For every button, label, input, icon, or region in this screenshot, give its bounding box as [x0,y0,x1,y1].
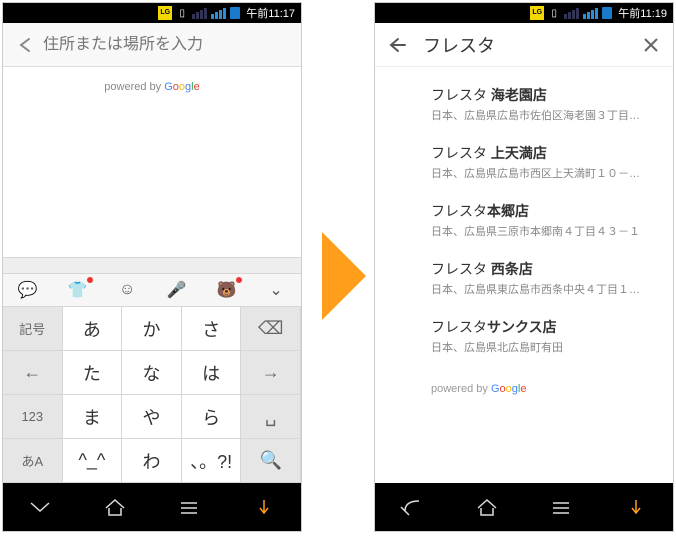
suggestion-title: フレスタ本郷店 [431,201,657,221]
clear-button[interactable] [633,27,669,63]
phone-left: LG ▯ 午前11:17 powered by Google 💬 👕 ☺ 🎤 🐻… [2,2,302,532]
nav-down-button[interactable] [18,490,62,524]
key-⌫[interactable]: ⌫ [240,306,301,351]
google-logo: Google [491,383,527,395]
status-time: 午前11:19 [618,5,667,21]
signal-icon [192,8,207,19]
key-な[interactable]: な [121,350,182,395]
nav-recent-button[interactable] [167,490,211,524]
google-logo: Google [164,81,200,93]
signal-icon [564,8,579,19]
suggestion-item[interactable]: フレスタ 上天満店日本、広島県広島市西区上天満町１０－… [375,133,673,191]
keyboard-suggestion-bar[interactable] [3,257,301,273]
suggestion-address: 日本、広島県広島市西区上天満町１０－… [431,165,657,181]
phone-right: LG ▯ 午前11:19 フレスタ フレスタ 海老園店日本、広島県広島市佐伯区海… [374,2,674,532]
search-query[interactable]: フレスタ [415,32,633,58]
signal-icon [583,8,598,19]
suggestion-item[interactable]: フレスタサンクス店日本、広島県北広島町有田 [375,307,673,365]
suggestion-address: 日本、広島県広島市佐伯区海老園３丁目… [431,107,657,123]
suggestion-item[interactable]: フレスタ 西条店日本、広島県東広島市西条中央４丁目１… [375,249,673,307]
key-や[interactable]: や [121,394,182,439]
key-さ[interactable]: さ [181,306,242,351]
search-row: フレスタ [375,23,673,67]
bear-icon[interactable]: 🐻 [210,279,242,301]
key-^_^[interactable]: ^_^ [62,438,123,483]
key-あ[interactable]: あ [62,306,123,351]
powered-by-label: powered by Google [3,67,301,107]
transition-arrow-icon [322,232,366,320]
powered-by-label: powered by Google [375,373,673,395]
keyboard-grid: 記号あかさ⌫ ←たなは→ 123まやら␣ あA^_^わ、。?!🔍 [3,307,301,483]
speech-bubble-icon[interactable]: 💬 [12,279,44,301]
key-た[interactable]: た [62,350,123,395]
status-bar: LG ▯ 午前11:19 [375,3,673,23]
nav-recent-button[interactable] [539,490,583,524]
key-←[interactable]: ← [2,350,63,395]
suggestion-address: 日本、広島県北広島町有田 [431,339,657,355]
back-button[interactable] [7,27,43,63]
battery-icon [602,7,612,19]
nav-back-button[interactable] [390,490,434,524]
key-ま[interactable]: ま [62,394,123,439]
content-area: powered by Google 💬 👕 ☺ 🎤 🐻 ⌄ 記号あかさ⌫ ←たなは… [3,67,301,483]
suggestion-title: フレスタサンクス店 [431,317,657,337]
mic-icon[interactable]: 🎤 [161,279,193,301]
search-row [3,23,301,67]
suggestion-item[interactable]: フレスタ本郷店日本、広島県三原市本郷南４丁目４３－１ [375,191,673,249]
lg-icon: LG [158,6,172,20]
suggestion-list: フレスタ 海老園店日本、広島県広島市佐伯区海老園３丁目…フレスタ 上天満店日本、… [375,67,673,373]
status-time: 午前11:17 [246,5,295,21]
key-→[interactable]: → [240,350,301,395]
key-か[interactable]: か [121,306,182,351]
battery-icon [230,7,240,19]
key-あA[interactable]: あA [2,438,63,483]
key-123[interactable]: 123 [2,394,63,439]
emoji-icon[interactable]: ☺ [111,279,143,301]
blank-area [3,107,301,257]
nav-down-arrow-icon[interactable] [614,490,658,524]
nav-home-button[interactable] [93,490,137,524]
nav-home-button[interactable] [465,490,509,524]
keyboard-toolbar: 💬 👕 ☺ 🎤 🐻 ⌄ [3,273,301,307]
sim-icon: ▯ [176,7,188,19]
suggestion-address: 日本、広島県東広島市西条中央４丁目１… [431,281,657,297]
shirt-icon[interactable]: 👕 [61,279,93,301]
back-button[interactable] [379,27,415,63]
suggestion-title: フレスタ 西条店 [431,259,657,279]
sim-icon: ▯ [548,7,560,19]
key-わ[interactable]: わ [121,438,182,483]
suggestion-title: フレスタ 上天満店 [431,143,657,163]
signal-icon [211,8,226,19]
android-nav-bar [3,483,301,531]
key-、。?![interactable]: 、。?! [181,438,242,483]
search-input[interactable] [43,36,297,54]
key-ら[interactable]: ら [181,394,242,439]
key-記号[interactable]: 記号 [2,306,63,351]
powered-prefix: powered by [104,81,164,93]
chevron-down-icon[interactable]: ⌄ [260,279,292,301]
lg-icon: LG [530,6,544,20]
suggestion-title: フレスタ 海老園店 [431,85,657,105]
suggestion-address: 日本、広島県三原市本郷南４丁目４３－１ [431,223,657,239]
status-bar: LG ▯ 午前11:17 [3,3,301,23]
nav-down-arrow-icon[interactable] [242,490,286,524]
content-area: フレスタ 海老園店日本、広島県広島市佐伯区海老園３丁目…フレスタ 上天満店日本、… [375,67,673,483]
key-は[interactable]: は [181,350,242,395]
suggestion-item[interactable]: フレスタ 海老園店日本、広島県広島市佐伯区海老園３丁目… [375,75,673,133]
key-␣[interactable]: ␣ [240,394,301,439]
key-🔍[interactable]: 🔍 [240,438,301,483]
powered-prefix: powered by [431,383,491,395]
android-nav-bar [375,483,673,531]
